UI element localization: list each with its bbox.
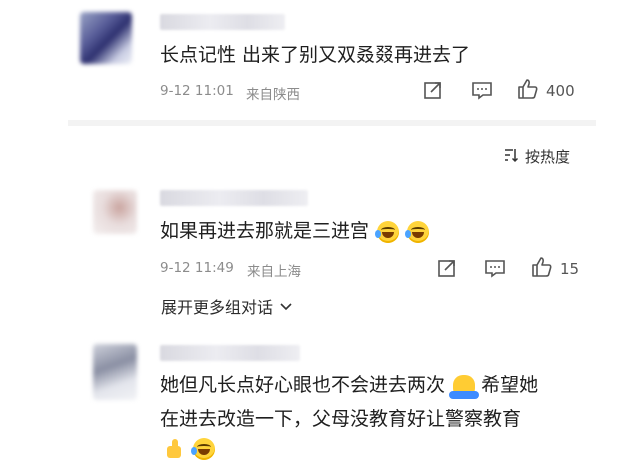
avatar[interactable] <box>93 344 137 400</box>
comment-text: 如果再进去那就是三进宫 <box>160 214 430 248</box>
username-blurred[interactable] <box>160 345 300 361</box>
laugh-cry-emoji <box>375 220 400 243</box>
like-icon[interactable] <box>517 78 539 100</box>
comment-text-line-2: 在进去改造一下，父母没教育好让警察教育 <box>160 408 522 430</box>
section-divider <box>68 120 596 126</box>
comment-location: 来自上海 <box>247 264 301 280</box>
username-blurred[interactable] <box>160 14 285 30</box>
share-icon[interactable] <box>423 80 443 100</box>
like-icon[interactable] <box>531 256 553 278</box>
expand-more-replies-button[interactable]: 展开更多组对话 <box>161 294 293 318</box>
like-count: 15 <box>560 260 580 278</box>
comment-emoji-row <box>162 438 216 460</box>
expand-label: 展开更多组对话 <box>161 298 274 317</box>
shrug-emoji <box>449 374 480 399</box>
comment-text: 长点记性 出来了别又双叒叕再进去了 <box>160 44 471 66</box>
comment-icon[interactable] <box>471 80 493 100</box>
sort-label: 按热度 <box>525 148 571 166</box>
laugh-cry-emoji <box>191 438 216 460</box>
username-blurred[interactable] <box>160 190 308 206</box>
comment-timestamp: 9-12 11:01 <box>160 83 234 99</box>
comment-text-line-1: 她但凡长点好心眼也不会进去两次 希望她 <box>160 374 539 399</box>
sort-by-hot-button[interactable]: 按热度 <box>503 146 570 167</box>
thumbs-up-emoji <box>164 438 186 460</box>
share-icon[interactable] <box>437 258 457 278</box>
laugh-cry-emoji <box>405 220 430 243</box>
comment-timestamp: 9-12 11:49 <box>160 260 234 276</box>
avatar[interactable] <box>80 12 132 64</box>
comment-icon[interactable] <box>484 258 506 278</box>
avatar[interactable] <box>93 190 137 234</box>
like-count: 400 <box>546 82 575 100</box>
sort-icon <box>503 147 519 167</box>
comment-location: 来自陕西 <box>246 87 300 103</box>
chevron-down-icon <box>279 297 293 316</box>
